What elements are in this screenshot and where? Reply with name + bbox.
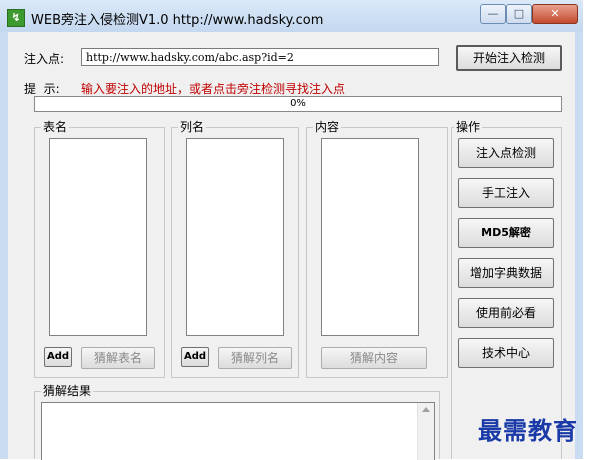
title-bar[interactable]: ↯ WEB旁注入侵检测V1.0 http://www.hadsky.com — … [0, 0, 583, 32]
app-window: ↯ WEB旁注入侵检测V1.0 http://www.hadsky.com — … [0, 0, 601, 460]
progress-bar: 0% [34, 96, 562, 112]
columns-group: 列名 Add 猜解列名 [171, 120, 299, 378]
inject-point-label: 注入点: [24, 52, 65, 66]
progress-text: 0% [290, 98, 306, 109]
watermark-text: 最需教育 [478, 416, 578, 445]
window-title: WEB旁注入侵检测V1.0 http://www.hadsky.com [31, 13, 324, 28]
main-panel: 注入点: http://www.hadsky.com/abc.asp?id=2 … [8, 32, 575, 460]
hint-text: 输入要注入的地址，或者点击旁注检测寻找注入点 [81, 82, 346, 96]
tech-center-button[interactable]: 技术中心 [458, 338, 554, 368]
content-group-label: 内容 [313, 120, 342, 134]
crack-content-button[interactable]: 猜解内容 [321, 347, 427, 369]
tables-group-label: 表名 [41, 120, 70, 134]
start-inject-button[interactable]: 开始注入检测 [456, 45, 562, 71]
read-before-use-button[interactable]: 使用前必看 [458, 298, 554, 328]
columns-group-label: 列名 [178, 120, 207, 134]
manual-inject-button[interactable]: 手工注入 [458, 178, 554, 208]
url-input[interactable]: http://www.hadsky.com/abc.asp?id=2 [81, 48, 439, 66]
tables-group: 表名 Add 猜解表名 [34, 120, 165, 378]
scroll-up-arrow-icon[interactable] [422, 407, 430, 412]
content-listbox[interactable] [321, 138, 419, 336]
results-group: 猜解结果 [34, 384, 440, 460]
results-group-label: 猜解结果 [41, 384, 94, 398]
add-column-button[interactable]: Add [181, 347, 209, 367]
results-scrollbar[interactable] [417, 403, 434, 460]
inject-detect-button[interactable]: 注入点检测 [458, 138, 554, 168]
app-logo-icon: ↯ [7, 9, 25, 27]
maximize-button[interactable]: □ [506, 4, 532, 24]
md5-decrypt-button[interactable]: MD5解密 [458, 218, 554, 248]
columns-listbox[interactable] [186, 138, 284, 336]
content-group: 内容 猜解内容 [306, 120, 448, 378]
ops-group-label: 操作 [454, 120, 483, 134]
tables-listbox[interactable] [49, 138, 147, 336]
results-textarea[interactable] [41, 402, 435, 460]
minimize-button[interactable]: — [480, 4, 506, 24]
desktop-edge [583, 0, 601, 459]
crack-columns-button[interactable]: 猜解列名 [218, 347, 292, 369]
add-table-button[interactable]: Add [44, 347, 72, 367]
crack-tables-button[interactable]: 猜解表名 [81, 347, 155, 369]
hint-label: 提 示: [24, 82, 60, 96]
add-dictionary-button[interactable]: 增加字典数据 [458, 258, 554, 288]
close-button[interactable]: ✕ [532, 4, 578, 24]
ops-group: 操作 注入点检测 手工注入 MD5解密 增加字典数据 使用前必看 技术中心 [451, 120, 562, 459]
